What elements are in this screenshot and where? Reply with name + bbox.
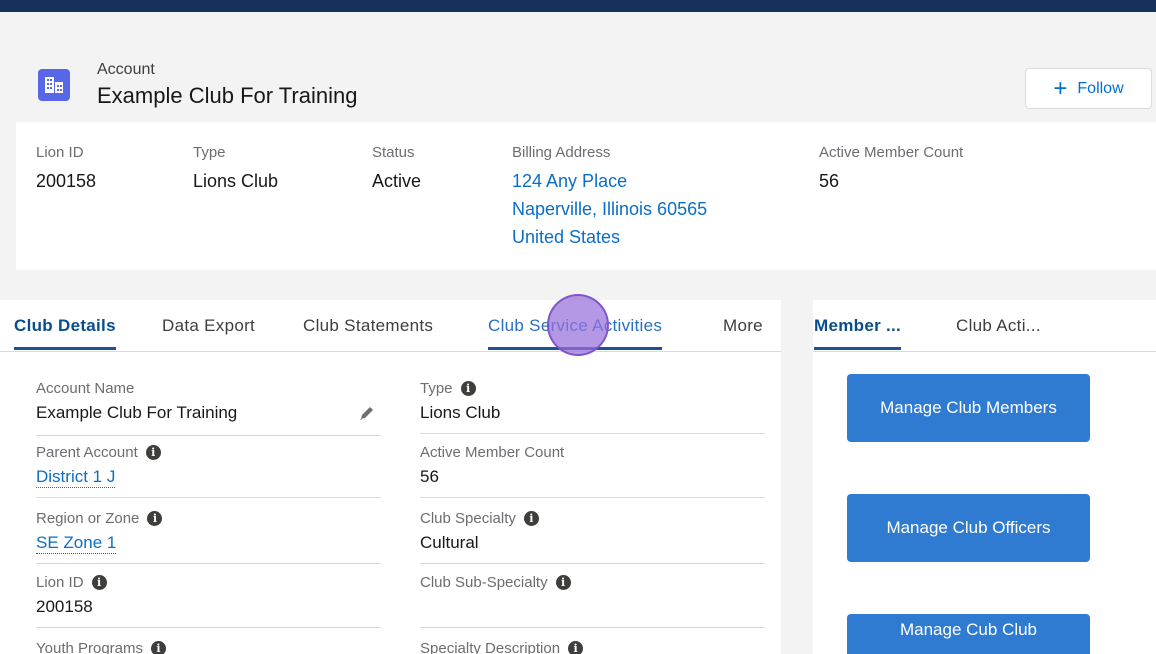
- field-club-specialty: Club Specialty i Cultural: [420, 508, 765, 564]
- field-label-text: Club Sub-Specialty: [420, 573, 548, 591]
- tab-member[interactable]: Member ...: [814, 316, 902, 350]
- account-icon: [38, 69, 70, 101]
- field-region-or-zone: Region or Zone i SE Zone 1: [36, 508, 381, 564]
- highlight-value: Active: [372, 171, 422, 191]
- highlights-panel: Lion ID 200158 Type Lions Club Status Ac…: [16, 122, 1156, 270]
- field-label: Active Member Count: [420, 442, 765, 462]
- field-label: Specialty Description i: [420, 638, 765, 654]
- object-type-label: Account: [97, 61, 155, 78]
- field-label-text: Parent Account: [36, 443, 138, 461]
- edit-pencil-icon[interactable]: [358, 404, 376, 427]
- field-label-text: Region or Zone: [36, 509, 140, 527]
- highlight-type: Type Lions Club: [193, 144, 278, 195]
- field-label: Region or Zone i: [36, 508, 381, 528]
- address-line-3[interactable]: United States: [512, 223, 707, 251]
- field-lion-id: Lion ID i 200158: [36, 572, 381, 628]
- info-icon[interactable]: i: [460, 380, 476, 396]
- field-youth-programs: Youth Programs i: [36, 638, 381, 654]
- field-specialty-description: Specialty Description i: [420, 638, 765, 654]
- manage-club-officers-button[interactable]: Manage Club Officers: [847, 494, 1090, 562]
- global-nav-bar: [0, 0, 1156, 12]
- region-zone-link[interactable]: SE Zone 1: [36, 533, 117, 554]
- field-type: Type i Lions Club: [420, 378, 765, 434]
- address-line-2[interactable]: Naperville, Illinois 60565: [512, 195, 707, 223]
- field-account-name: Account Name Example Club For Training: [36, 378, 381, 436]
- field-label: Account Name: [36, 378, 381, 398]
- field-value: Example Club For Training: [36, 403, 238, 422]
- field-label: Type i: [420, 378, 765, 398]
- record-header: Account Example Club For Training + Foll…: [0, 12, 1156, 122]
- click-indicator: [547, 294, 609, 356]
- related-panel: Member ... Club Acti... Manage Club Memb…: [813, 300, 1156, 654]
- field-label-text: Active Member Count: [420, 443, 565, 461]
- field-label: Lion ID i: [36, 572, 381, 592]
- follow-button[interactable]: + Follow: [1025, 68, 1152, 109]
- field-value: [420, 597, 765, 621]
- highlight-label: Billing Address: [512, 144, 611, 161]
- info-icon[interactable]: i: [568, 640, 584, 654]
- manage-cub-club-button[interactable]: Manage Cub Club: [847, 614, 1090, 654]
- highlight-value: 200158: [36, 171, 97, 191]
- field-value: 200158: [36, 597, 93, 616]
- info-icon[interactable]: i: [145, 444, 161, 460]
- highlight-status: Status Active: [372, 144, 421, 195]
- highlight-label: Active Member Count: [819, 144, 964, 161]
- side-tab-bar: Member ... Club Acti...: [813, 300, 1156, 352]
- parent-account-link[interactable]: District 1 J: [36, 467, 116, 488]
- tab-bar: Club Details Data Export Club Statements…: [0, 300, 781, 352]
- field-value: 56: [420, 467, 439, 486]
- field-label: Club Specialty i: [420, 508, 765, 528]
- tab-club-details[interactable]: Club Details: [14, 316, 116, 350]
- field-label: Parent Account i: [36, 442, 381, 462]
- field-label: Club Sub-Specialty i: [420, 572, 765, 592]
- info-icon[interactable]: i: [147, 510, 163, 526]
- field-label-text: Account Name: [36, 379, 135, 397]
- tab-data-export[interactable]: Data Export: [162, 316, 255, 347]
- field-label-text: Type: [420, 379, 453, 397]
- field-label-text: Specialty Description: [420, 639, 561, 654]
- highlight-label: Type: [193, 144, 226, 161]
- field-value: Cultural: [420, 533, 479, 552]
- highlight-label: Lion ID: [36, 144, 84, 161]
- field-parent-account: Parent Account i District 1 J: [36, 442, 381, 498]
- page-title: Example Club For Training: [97, 83, 358, 108]
- details-card: Club Details Data Export Club Statements…: [0, 300, 781, 654]
- highlight-value: Lions Club: [193, 171, 279, 191]
- highlight-label: Status: [372, 144, 415, 161]
- follow-label: Follow: [1077, 79, 1124, 97]
- highlight-active-member-count: Active Member Count 56: [819, 144, 963, 195]
- info-icon[interactable]: i: [91, 574, 107, 590]
- field-label-text: Youth Programs: [36, 639, 144, 654]
- tab-club-activities[interactable]: Club Acti...: [956, 316, 1041, 347]
- highlight-value: 56: [819, 171, 840, 191]
- tab-more[interactable]: More: [723, 316, 763, 347]
- info-icon[interactable]: i: [555, 574, 571, 590]
- info-icon[interactable]: i: [523, 510, 539, 526]
- field-label-text: Club Specialty: [420, 509, 516, 527]
- address-line-1[interactable]: 124 Any Place: [512, 167, 707, 195]
- field-active-member-count: Active Member Count 56: [420, 442, 765, 498]
- highlight-lion-id: Lion ID 200158: [36, 144, 96, 195]
- plus-icon: +: [1053, 74, 1068, 102]
- highlight-billing-address: Billing Address 124 Any Place Naperville…: [512, 144, 707, 251]
- tab-club-statements[interactable]: Club Statements: [303, 316, 433, 347]
- info-icon[interactable]: i: [151, 640, 167, 654]
- field-label-text: Lion ID: [36, 573, 84, 591]
- field-label: Youth Programs i: [36, 638, 381, 654]
- field-club-sub-specialty: Club Sub-Specialty i: [420, 572, 765, 628]
- manage-club-members-button[interactable]: Manage Club Members: [847, 374, 1090, 442]
- field-value: Lions Club: [420, 403, 501, 422]
